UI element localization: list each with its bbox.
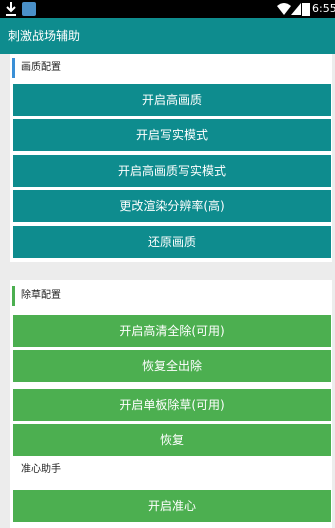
enable-realistic-mode-button[interactable]: 开启写实模式 [13, 119, 331, 151]
app-bar: 刺激战场辅助 [0, 18, 335, 54]
battery-icon [302, 3, 310, 16]
section-accent-bar [12, 286, 15, 306]
app-notification-icon [22, 2, 36, 16]
status-bar: 6:55 [0, 0, 335, 18]
app-screen: 6:55 刺激战场辅助 画质配置 开启高画质 开启写实模式 开启高画质写实模式 … [0, 0, 335, 528]
grass-removal-card: 除草配置 开启高清全除(可用) 恢复全出除 开启单板除草(可用) 恢复 准心助手… [10, 280, 332, 528]
enable-high-quality-button[interactable]: 开启高画质 [13, 84, 331, 116]
section-title-graphics: 画质配置 [21, 62, 61, 73]
signal-icon [291, 3, 301, 15]
app-title: 刺激战场辅助 [8, 29, 81, 43]
enable-hd-full-removal-button[interactable]: 开启高清全除(可用) [13, 315, 331, 347]
restore-quality-button[interactable]: 还原画质 [13, 226, 331, 258]
section-accent-bar [12, 58, 15, 78]
section-header-crosshair: 准心助手 [10, 456, 332, 484]
clock: 6:55 [312, 2, 335, 15]
enable-high-quality-realistic-button[interactable]: 开启高画质写实模式 [13, 155, 331, 187]
restore-button[interactable]: 恢复 [13, 424, 331, 456]
section-header-grass: 除草配置 [10, 282, 332, 310]
section-title-crosshair: 准心助手 [21, 464, 61, 475]
wifi-icon [277, 3, 291, 15]
section-header-graphics: 画质配置 [10, 54, 332, 82]
graphics-config-card: 画质配置 开启高画质 开启写实模式 开启高画质写实模式 更改渲染分辨率(高) 还… [10, 54, 332, 262]
change-render-resolution-button[interactable]: 更改渲染分辨率(高) [13, 190, 331, 222]
download-icon [6, 2, 16, 16]
restore-full-removal-button[interactable]: 恢复全出除 [13, 350, 331, 382]
enable-crosshair-button[interactable]: 开启准心 [13, 490, 331, 522]
enable-single-board-grass-removal-button[interactable]: 开启单板除草(可用) [13, 389, 331, 421]
section-title-grass: 除草配置 [21, 290, 61, 301]
